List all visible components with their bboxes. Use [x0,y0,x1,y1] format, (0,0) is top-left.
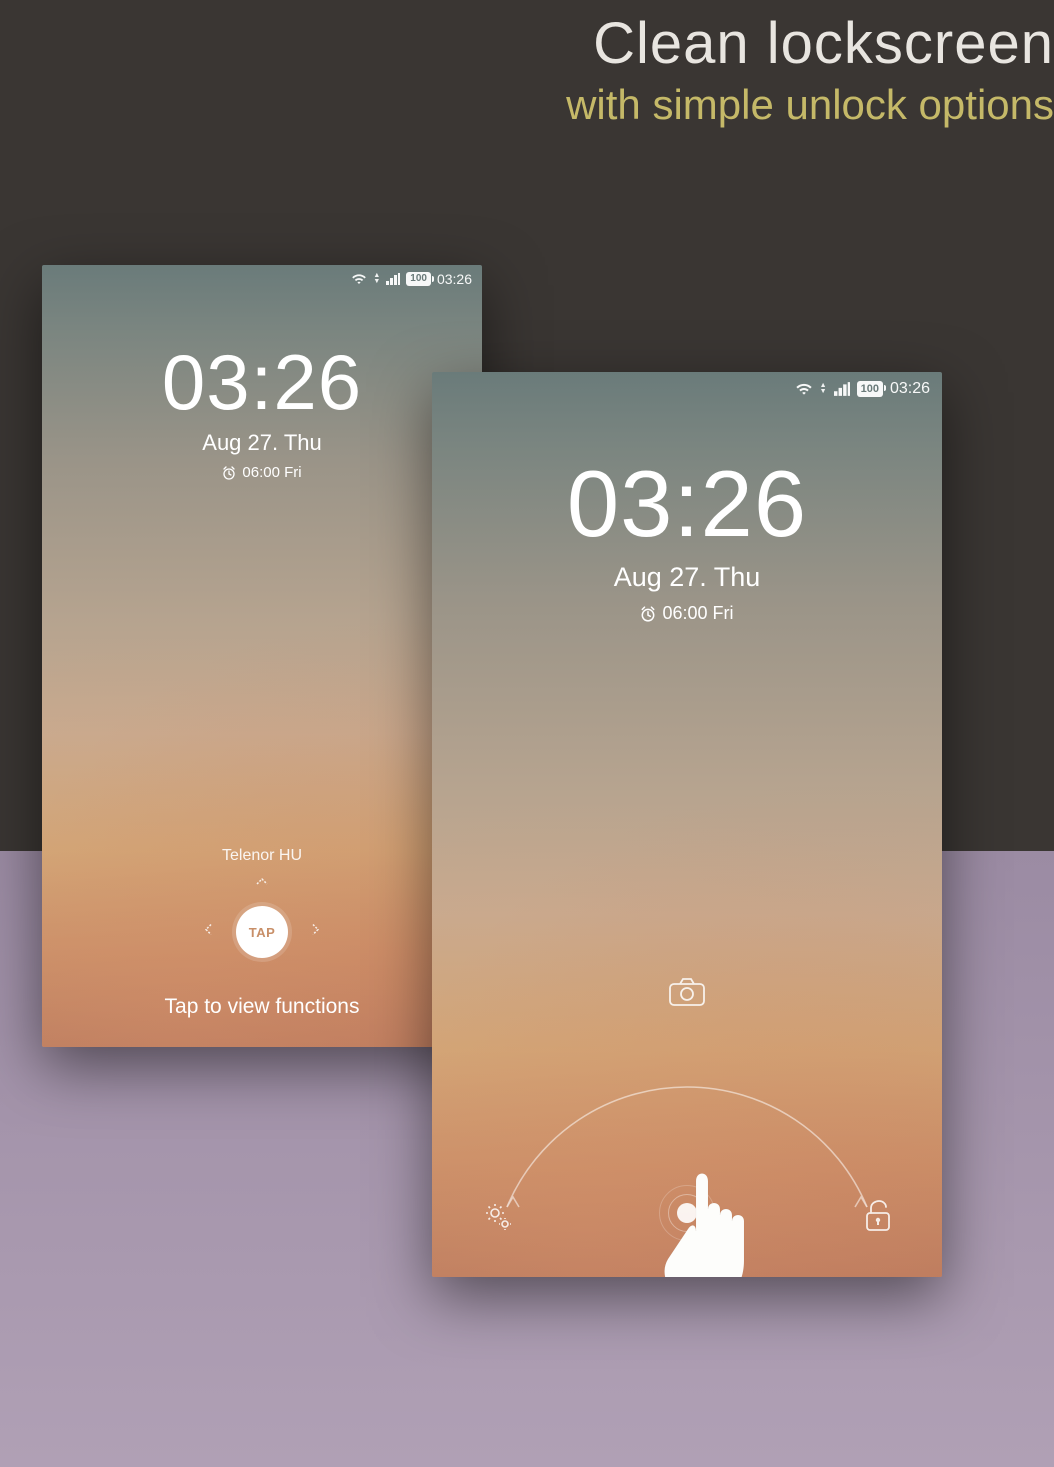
data-arrows-icon: ▲▼ [820,383,827,395]
carrier-label: Telenor HU [42,847,482,865]
tap-unlock-area: Telenor HU TAP Tap to view functions [42,847,482,1019]
chevron-right-icon [309,922,321,943]
tap-hint: Tap to view functions [42,995,482,1019]
tap-control[interactable]: TAP [207,877,317,987]
tap-button[interactable]: TAP [236,906,288,958]
lockscreen-time: 03:26 [42,337,482,428]
camera-icon[interactable] [668,977,706,1007]
status-time: 03:26 [437,271,472,287]
heading-subtitle: with simple unlock options [566,81,1054,129]
lockscreen-alarm: 06:00 Fri [222,464,301,481]
heading-title: Clean lockscreen [566,10,1054,77]
page-heading: Clean lockscreen with simple unlock opti… [566,10,1054,129]
battery-icon: 100 [406,272,431,286]
alarm-time: 06:00 Fri [242,464,301,481]
alarm-time: 06:00 Fri [662,603,733,624]
chevron-up-icon [254,875,270,893]
wifi-icon [795,382,813,396]
alarm-icon [640,606,656,622]
hand-pointer-icon [654,1151,804,1277]
clock-block: 03:26 Aug 27. Thu 06:00 Fri [42,337,482,485]
battery-icon: 100 [857,381,883,397]
signal-icon [386,273,400,285]
data-arrows-icon: ▲▼ [373,273,380,285]
unlock-icon[interactable] [864,1199,892,1233]
lockscreen-alarm: 06:00 Fri [640,603,733,624]
arc-unlock-area [432,977,942,1277]
lockscreen-variant-arc: ▲▼ 100 03:26 03:26 Aug 27. Thu 06:00 Fri [432,372,942,1277]
settings-icon[interactable] [482,1201,514,1233]
chevron-left-icon [203,922,215,943]
lockscreen-date: Aug 27. Thu [42,430,482,456]
lockscreen-date: Aug 27. Thu [432,562,942,593]
signal-icon [834,382,850,396]
wifi-icon [351,273,367,285]
clock-block: 03:26 Aug 27. Thu 06:00 Fri [432,450,942,627]
status-bar: ▲▼ 100 03:26 [351,271,472,287]
status-time: 03:26 [890,380,930,398]
lockscreen-variant-tap: ▲▼ 100 03:26 03:26 Aug 27. Thu 06:00 Fri… [42,265,482,1047]
status-bar: ▲▼ 100 03:26 [795,380,930,398]
alarm-icon [222,466,236,480]
lockscreen-time: 03:26 [432,450,942,558]
